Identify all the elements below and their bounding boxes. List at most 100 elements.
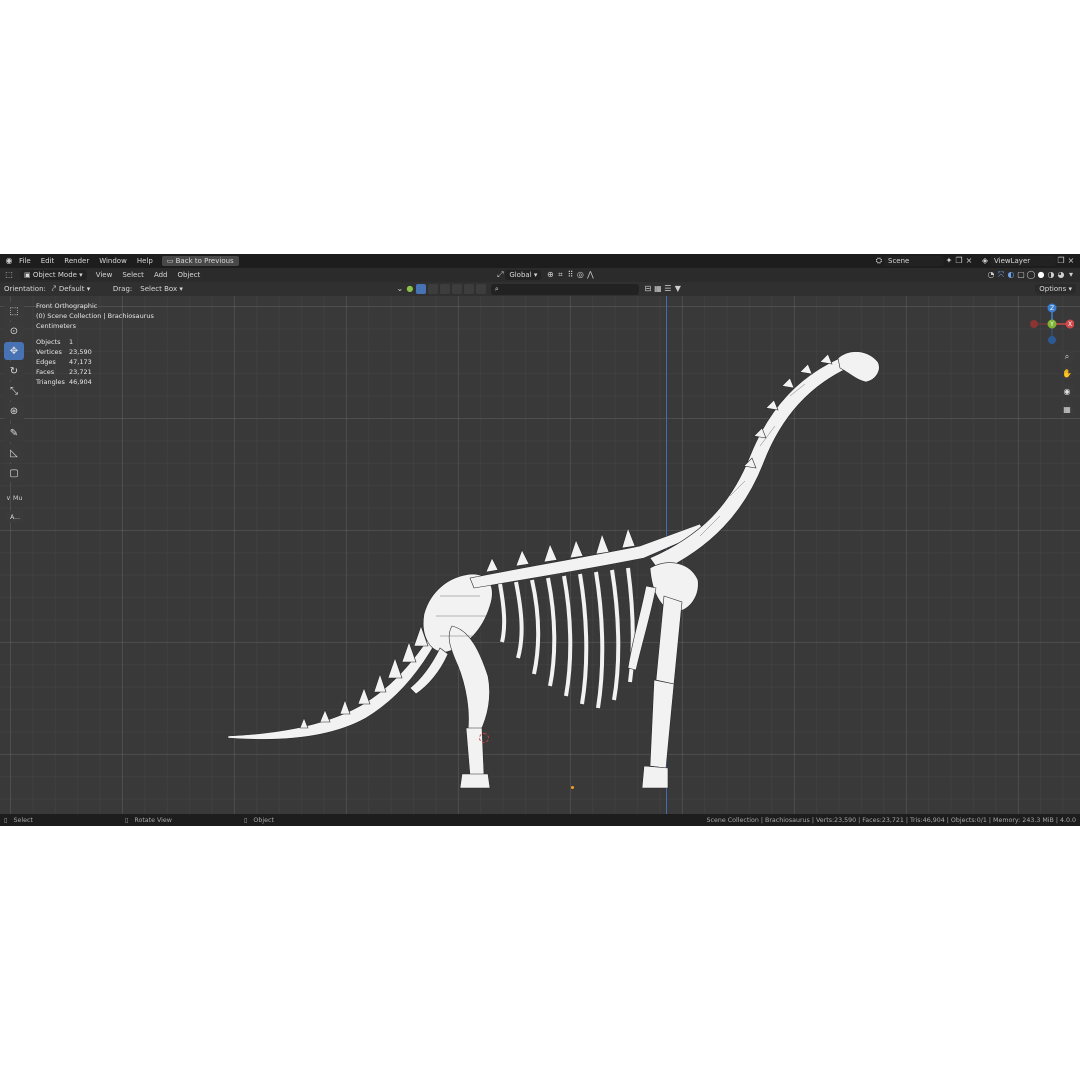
tool-shelf: ⬚ ⊙ ✥ ↻ ⤡ ⊛ ✎ ◺ ▢ [4, 302, 26, 484]
select-mode-icon[interactable] [415, 284, 426, 294]
menu-edit[interactable]: Edit [36, 257, 60, 265]
camera-button[interactable]: ◉ [1060, 384, 1074, 398]
scene-icon[interactable]: ⛭ [874, 256, 884, 266]
close-viewlayer-icon[interactable]: × [1066, 256, 1076, 266]
cursor-tool[interactable]: ⊙ [4, 322, 24, 340]
shading-options-icon[interactable]: ▾ [1066, 270, 1076, 280]
shading-rendered-icon[interactable]: ◕ [1056, 270, 1066, 280]
transform-tool[interactable]: ⊛ [4, 402, 24, 420]
pivot-icon[interactable]: ⊕ [545, 270, 555, 280]
add-cube-tool[interactable]: ▢ [4, 464, 24, 482]
grid-icon: ▦ [1063, 404, 1071, 414]
visibility-icon[interactable]: ◔ [986, 270, 996, 280]
scene-field[interactable]: Scene [884, 256, 944, 266]
display-mode-2-icon[interactable] [439, 284, 450, 294]
blender-window: ◉ File Edit Render Window Help ▭ Back to… [0, 254, 1080, 826]
overlay-toggle-icon[interactable]: ◐ [1006, 270, 1016, 280]
transform-icon: ⊛ [9, 405, 19, 417]
navigation-gizmo[interactable]: Z X Y [1030, 302, 1074, 346]
select-box-tool[interactable]: ⬚ [4, 302, 24, 320]
3d-viewport[interactable]: ⬚ ⊙ ✥ ↻ ⤡ ⊛ ✎ ◺ ▢ ∨ Mu A... Front Orthog… [0, 296, 1080, 814]
menu-window[interactable]: Window [94, 257, 132, 265]
panel-action-button[interactable]: A... [7, 511, 23, 523]
shading-solid-icon[interactable]: ● [1036, 270, 1046, 280]
drag-setting-value: Select Box [140, 285, 178, 293]
neg-z-axis-handle [1048, 336, 1056, 344]
close-scene-icon[interactable]: × [964, 256, 974, 266]
menu-object[interactable]: Object [173, 271, 206, 279]
back-to-previous-button[interactable]: ▭ Back to Previous [161, 256, 239, 266]
statistics: Objects 1 Vertices 23,590 Edges 47,173 Face… [36, 337, 154, 387]
options-dropdown[interactable]: Options ▾ [1035, 284, 1076, 294]
zoom-button[interactable]: ⌕ [1060, 350, 1074, 364]
filter-icon[interactable]: ▼ [673, 284, 683, 294]
editor-type-icon[interactable]: ⬚ [4, 270, 14, 280]
viewport-header: ⬚ ▣ Object Mode ▾ View Select Add Object… [0, 268, 1080, 282]
hind-femur [448, 625, 490, 733]
blender-logo-icon[interactable]: ◉ [4, 256, 14, 266]
filter-expand-icon[interactable]: ⌄ [395, 284, 405, 294]
orientation-setting-label: Orientation: [4, 285, 46, 293]
new-viewlayer-icon[interactable]: ❐ [1056, 256, 1066, 266]
proportional-edit-icon[interactable]: ◎ [575, 270, 585, 280]
new-scene-icon[interactable]: ❐ [954, 256, 964, 266]
status-bar: ▯ Select ▯ Rotate View ▯ Object Scene Co… [0, 814, 1080, 826]
ortho-toggle-button[interactable]: ▦ [1060, 402, 1074, 416]
display-mode-3-icon[interactable] [451, 284, 462, 294]
3d-cursor[interactable] [479, 733, 489, 743]
transform-orientation-dropdown[interactable]: Global ▾ [505, 270, 542, 280]
measure-tool[interactable]: ◺ [4, 444, 24, 462]
snap-icon[interactable]: ⌗ [555, 270, 565, 280]
sync-icon[interactable]: ⊟ [643, 284, 653, 294]
search-input[interactable]: ⌕ [490, 283, 639, 295]
rotate-tool[interactable]: ↻ [4, 362, 24, 380]
gizmo-toggle-icon[interactable]: ⤧ [996, 270, 1006, 280]
annotate-tool[interactable]: ✎ [4, 424, 24, 442]
list-icon[interactable]: ☰ [663, 284, 673, 294]
pin-icon[interactable]: ✦ [944, 256, 954, 266]
shading-material-icon[interactable]: ◑ [1046, 270, 1056, 280]
annotate-icon: ✎ [9, 427, 19, 439]
pan-button[interactable]: ✋ [1060, 366, 1074, 380]
mouse-right-icon: ▯ [243, 816, 248, 824]
drag-setting-dropdown[interactable]: Select Box ▾ [140, 285, 183, 293]
menu-file[interactable]: File [14, 257, 36, 265]
menu-render[interactable]: Render [59, 257, 94, 265]
stat-value: 23,590 [69, 348, 92, 356]
viewlayer-icon[interactable]: ◈ [980, 256, 990, 266]
skull [837, 351, 880, 383]
xray-icon[interactable]: ▢ [1016, 270, 1026, 280]
move-icon: ✥ [9, 345, 19, 357]
stat-label: Objects [36, 338, 61, 346]
display-mode-1-icon[interactable] [427, 284, 438, 294]
scale-tool[interactable]: ⤡ [4, 382, 24, 400]
menu-select[interactable]: Select [117, 271, 149, 279]
shading-wireframe-icon[interactable]: ◯ [1026, 270, 1036, 280]
display-mode-5-icon[interactable] [475, 284, 486, 294]
status-info: Scene Collection | Brachiosaurus | Verts… [706, 816, 1076, 824]
falloff-icon[interactable]: ⋀ [585, 270, 595, 280]
status-object: Object [253, 816, 274, 824]
brachiosaurus-skeleton[interactable] [0, 296, 1080, 814]
transform-orientation-icon[interactable]: ⤢ [495, 270, 505, 280]
stat-value: 1 [69, 338, 74, 346]
layout-icon[interactable]: ▦ [653, 284, 663, 294]
menu-view[interactable]: View [91, 271, 118, 279]
stat-value: 23,721 [69, 368, 92, 376]
object-mode-icon: ▣ [24, 271, 33, 279]
orientation-setting-dropdown[interactable]: Default ▾ [59, 285, 105, 293]
outliner-filter-icon[interactable]: ● [405, 284, 415, 294]
mode-dropdown[interactable]: ▣ Object Mode ▾ [20, 270, 87, 280]
menu-add[interactable]: Add [149, 271, 173, 279]
display-mode-4-icon[interactable] [463, 284, 474, 294]
snap-target-icon[interactable]: ⠿ [565, 270, 575, 280]
collapsed-panel[interactable]: ∨ Mu [6, 494, 23, 502]
viewlayer-field[interactable]: ViewLayer [990, 256, 1056, 266]
hind-foot [459, 773, 491, 789]
menu-help[interactable]: Help [132, 257, 158, 265]
monitor-icon: ▭ [166, 257, 176, 265]
x-axis-label: X [1068, 321, 1072, 328]
move-tool[interactable]: ✥ [4, 342, 24, 360]
stat-value: 47,173 [69, 358, 92, 366]
panel-action-label: A... [10, 513, 20, 521]
